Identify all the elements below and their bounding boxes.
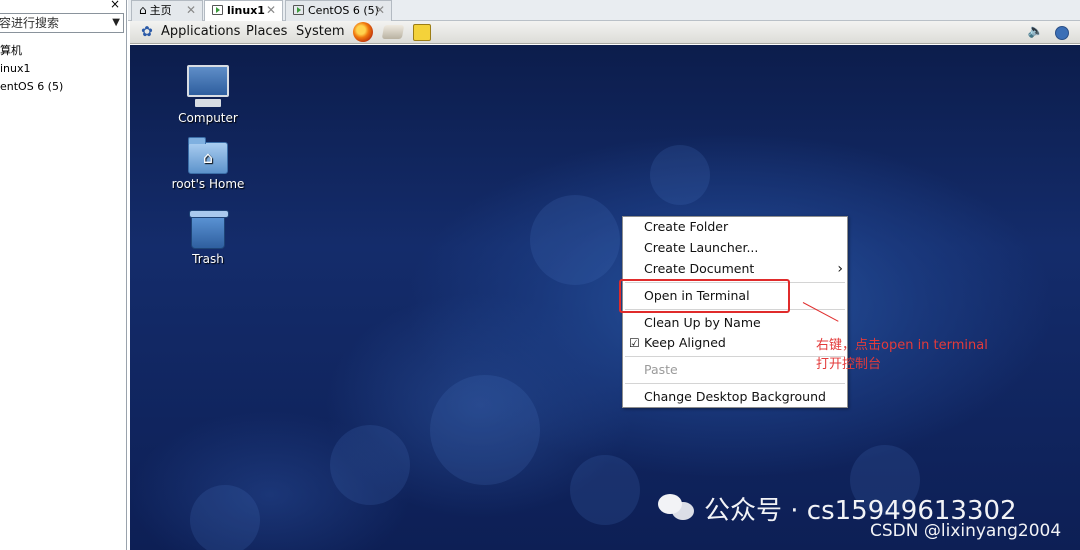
- firefox-icon[interactable]: [353, 22, 373, 42]
- close-icon[interactable]: ✕: [186, 1, 196, 20]
- desktop-icon-computer[interactable]: Computer: [158, 65, 258, 125]
- menu-item-label: Paste: [644, 362, 678, 377]
- tab-label: linux1: [227, 4, 265, 17]
- tree-item-my-computer[interactable]: 算机: [0, 42, 63, 60]
- menu-item-keep-aligned[interactable]: ☑ Keep Aligned: [623, 333, 847, 353]
- vm-icon: [293, 5, 304, 15]
- menu-item-label: Create Launcher...: [644, 240, 759, 255]
- mail-icon[interactable]: [381, 25, 405, 39]
- menu-item-clean-up-by-name[interactable]: Clean Up by Name: [623, 313, 847, 333]
- close-icon[interactable]: ✕: [375, 1, 385, 20]
- icon-label: Computer: [178, 111, 238, 125]
- menu-item-label: Change Desktop Background: [644, 389, 826, 404]
- annotation-text: 打开控制台: [816, 357, 882, 372]
- close-icon[interactable]: ×: [110, 0, 120, 11]
- notes-icon[interactable]: [413, 24, 431, 41]
- tab-home[interactable]: ⌂ 主页 ✕: [131, 0, 203, 21]
- volume-icon[interactable]: 🔈: [1027, 24, 1045, 44]
- library-panel: × 容进行搜索 ▼ 算机 inux1 entOS 6 (5): [0, 0, 127, 550]
- icon-label: Trash: [192, 252, 224, 266]
- network-icon[interactable]: [1055, 26, 1069, 40]
- tab-bar: ⌂ 主页 ✕ linux1 ✕ CentOS 6 (5) ✕: [128, 0, 1080, 22]
- tab-centos[interactable]: CentOS 6 (5) ✕: [285, 0, 392, 21]
- wechat-icon: [658, 494, 698, 522]
- menu-item-paste: Paste: [623, 360, 847, 380]
- menu-item-label: Create Document: [644, 261, 755, 276]
- menu-item-label: Keep Aligned: [644, 335, 726, 350]
- menu-places[interactable]: Places: [246, 24, 287, 39]
- highlight-box: [619, 279, 790, 313]
- close-icon[interactable]: ✕: [266, 1, 276, 20]
- csdn-watermark: CSDN @lixinyang2004: [870, 521, 1062, 541]
- menu-system[interactable]: System: [296, 24, 344, 39]
- trash-icon: [189, 210, 229, 249]
- tree-item-centos[interactable]: entOS 6 (5): [0, 78, 63, 96]
- home-folder-icon: ⌂: [188, 137, 228, 174]
- search-placeholder: 容进行搜索: [0, 16, 60, 30]
- gnome-foot-icon[interactable]: ✿: [138, 24, 156, 40]
- desktop[interactable]: Computer ⌂ root's Home Trash: [130, 45, 1080, 550]
- chevron-right-icon: ›: [837, 261, 843, 277]
- menu-applications[interactable]: Applications: [161, 24, 240, 39]
- desktop-icon-home[interactable]: ⌂ root's Home: [158, 137, 258, 191]
- vm-icon: [212, 5, 223, 15]
- computer-icon: [187, 65, 229, 107]
- gnome-top-panel: ✿ Applications Places System 🔈: [130, 21, 1080, 44]
- library-search-input[interactable]: 容进行搜索 ▼: [0, 13, 124, 33]
- menu-item-label: Create Folder: [644, 219, 729, 234]
- menu-item-change-desktop-background[interactable]: Change Desktop Background: [623, 387, 847, 407]
- menu-item-create-launcher[interactable]: Create Launcher...: [623, 238, 847, 258]
- menu-item-create-folder[interactable]: Create Folder: [623, 217, 847, 237]
- desktop-icon-trash[interactable]: Trash: [158, 210, 258, 266]
- tab-label: 主页: [149, 4, 172, 17]
- tree-item-linux1[interactable]: inux1: [0, 60, 63, 78]
- tab-linux1[interactable]: linux1 ✕: [204, 0, 283, 22]
- menu-item-label: Clean Up by Name: [644, 315, 761, 330]
- annotation-text: 右键，点击open in terminal: [816, 338, 988, 353]
- chevron-down-icon[interactable]: ▼: [112, 14, 120, 32]
- home-icon: ⌂: [139, 3, 147, 17]
- menu-item-create-document[interactable]: Create Document ›: [623, 259, 847, 279]
- library-tree: 算机 inux1 entOS 6 (5): [0, 42, 63, 96]
- checkbox-checked-icon[interactable]: ☑: [629, 333, 640, 353]
- tab-label: CentOS 6 (5): [308, 4, 379, 17]
- icon-label: root's Home: [171, 177, 245, 191]
